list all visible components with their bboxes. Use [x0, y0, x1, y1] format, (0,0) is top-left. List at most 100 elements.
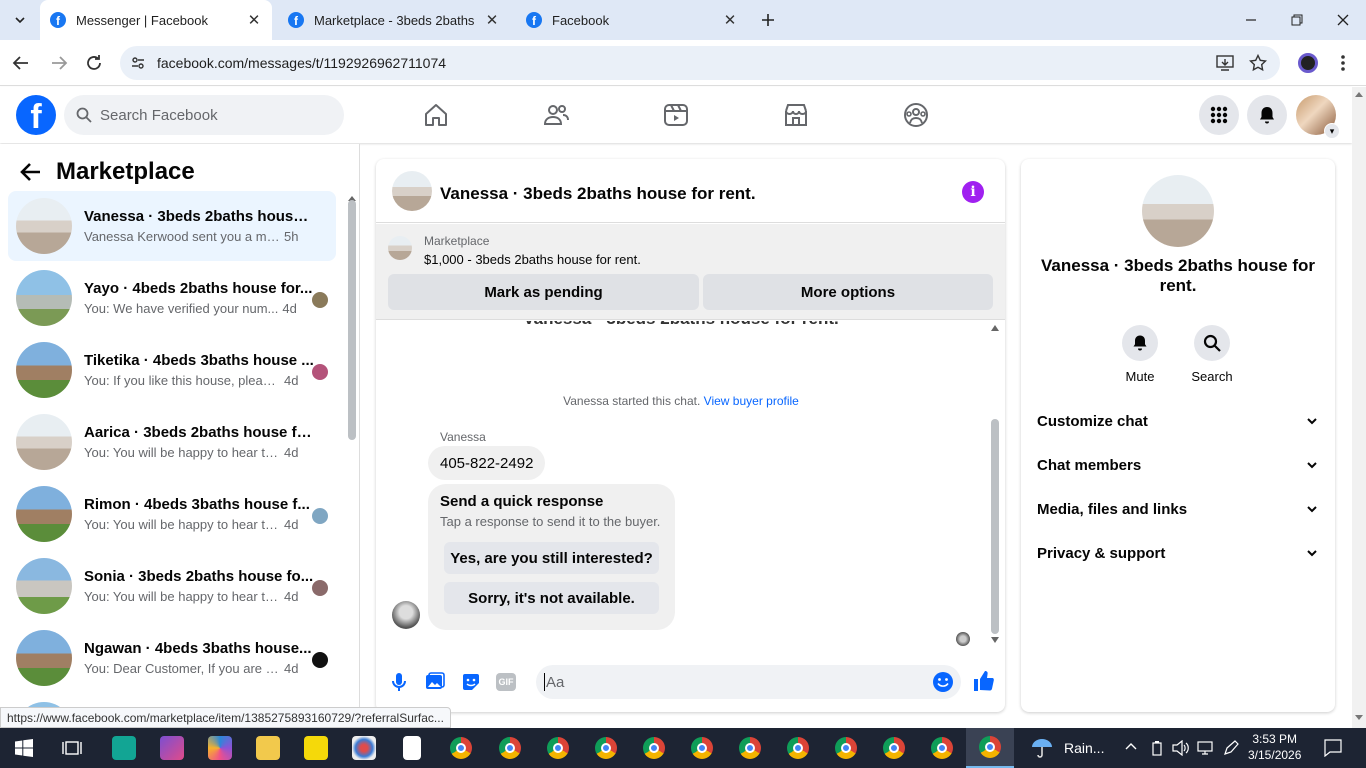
browser-tab-marketplace[interactable]: f Marketplace - 3beds 2baths hou ✕ — [278, 0, 510, 40]
marketplace-icon[interactable] — [782, 101, 810, 129]
document-icon[interactable] — [388, 728, 436, 768]
conversation-item[interactable]: Yayo · 4beds 2baths house for... You: We… — [8, 263, 336, 333]
item-title[interactable]: $1,000 - 3beds 2baths house for rent. — [424, 252, 641, 267]
app-icon[interactable] — [100, 728, 148, 768]
chrome-icon[interactable] — [678, 728, 726, 768]
chrome-icon[interactable] — [437, 728, 485, 768]
network-icon[interactable] — [1196, 740, 1214, 756]
system-clock[interactable]: 3:53 PM 3/15/2026 — [1248, 731, 1301, 763]
scroll-up-arrow-icon[interactable] — [991, 325, 999, 331]
reload-icon[interactable] — [85, 54, 103, 72]
conversation-item[interactable]: Tiketika · 4beds 3baths house ... You: I… — [8, 335, 336, 405]
scroll-down-arrow-icon[interactable] — [991, 637, 999, 643]
media-files-links-section[interactable]: Media, files and links — [1037, 489, 1319, 529]
profile-icon[interactable] — [1298, 53, 1318, 73]
conversation-item[interactable]: Vanessa · 3beds 2baths house fo... Vanes… — [8, 191, 336, 261]
account-avatar[interactable]: ▾ — [1296, 95, 1340, 139]
chat-title[interactable]: Vanessa · 3beds 2baths house for rent. — [440, 184, 756, 204]
item-thumbnail[interactable] — [388, 236, 412, 260]
battery-icon[interactable] — [1150, 740, 1164, 756]
conversation-item[interactable]: Rimon · 4beds 3baths house f... You: You… — [8, 479, 336, 549]
gif-icon[interactable]: GIF — [496, 673, 516, 691]
account-chevron-down-icon[interactable]: ▾ — [1324, 123, 1340, 139]
conversation-item[interactable]: Aarica · 3beds 2baths house for ... You:… — [8, 407, 336, 477]
close-tab-icon[interactable]: ✕ — [246, 11, 262, 29]
install-app-icon[interactable] — [1216, 54, 1234, 72]
search-in-conversation-button[interactable]: Search — [1182, 325, 1242, 384]
task-view-icon[interactable] — [48, 728, 96, 768]
photo-icon[interactable] — [424, 671, 446, 693]
message-bubble[interactable]: 405-822-2492 — [428, 446, 546, 480]
sticker-icon[interactable] — [460, 671, 482, 693]
facebook-logo-icon[interactable]: f — [16, 95, 56, 135]
restore-window-icon[interactable] — [1274, 0, 1320, 40]
listing-avatar[interactable] — [1142, 175, 1214, 247]
bookmark-star-icon[interactable] — [1249, 54, 1267, 72]
tab-search-chevron-icon[interactable] — [0, 0, 40, 40]
chrome-icon[interactable] — [534, 728, 582, 768]
scroll-down-arrow-icon[interactable] — [1355, 715, 1363, 720]
video-icon[interactable] — [662, 101, 690, 129]
windows-start-icon[interactable] — [0, 728, 48, 768]
thumbs-up-icon[interactable] — [972, 669, 994, 691]
back-arrow-icon[interactable] — [12, 54, 30, 72]
new-tab-plus-icon[interactable] — [745, 0, 791, 40]
groups-icon[interactable] — [902, 101, 930, 129]
address-bar[interactable]: facebook.com/messages/t/1192926962711074 — [120, 46, 1280, 80]
view-buyer-profile-link[interactable]: View buyer profile — [704, 394, 799, 408]
mark-as-pending-button[interactable]: Mark as pending — [388, 274, 699, 310]
weather-widget[interactable]: Rain... — [1030, 736, 1104, 760]
chrome-icon[interactable] — [486, 728, 534, 768]
close-tab-icon[interactable]: ✕ — [722, 11, 738, 29]
notifications-bell-icon[interactable] — [1247, 95, 1287, 135]
facebook-search-input[interactable]: Search Facebook — [64, 95, 344, 135]
info-icon[interactable]: i — [962, 181, 984, 203]
chrome-icon[interactable] — [726, 728, 774, 768]
thread-scrollbar[interactable] — [991, 419, 999, 634]
quick-response-not-available-button[interactable]: Sorry, it's not available. — [444, 582, 659, 614]
home-icon[interactable] — [422, 101, 450, 129]
paint-icon[interactable] — [340, 728, 388, 768]
chrome-icon[interactable] — [822, 728, 870, 768]
minimize-window-icon[interactable] — [1228, 0, 1274, 40]
close-window-icon[interactable] — [1320, 0, 1366, 40]
copilot-icon[interactable] — [196, 728, 244, 768]
privacy-support-section[interactable]: Privacy & support — [1037, 533, 1319, 573]
chat-members-section[interactable]: Chat members — [1037, 445, 1319, 485]
notification-center-icon[interactable] — [1324, 739, 1342, 757]
mute-button[interactable]: Mute — [1110, 325, 1170, 384]
file-explorer-icon[interactable] — [244, 728, 292, 768]
message-input[interactable]: Aa — [536, 665, 961, 699]
forward-arrow-icon[interactable] — [50, 54, 68, 72]
chat-listing-avatar[interactable] — [392, 171, 432, 211]
menu-grid-icon[interactable] — [1199, 95, 1239, 135]
scroll-up-arrow-icon[interactable] — [1355, 92, 1363, 97]
browser-tab-messenger[interactable]: f Messenger | Facebook ✕ — [40, 0, 272, 40]
pen-icon[interactable] — [1222, 739, 1240, 757]
quick-response-still-interested-button[interactable]: Yes, are you still interested? — [444, 542, 659, 574]
chrome-icon[interactable] — [918, 728, 966, 768]
volume-icon[interactable] — [1172, 740, 1190, 756]
chrome-icon[interactable] — [630, 728, 678, 768]
browser-tab-facebook[interactable]: f Facebook ✕ — [516, 0, 748, 40]
chevron-up-icon[interactable] — [1124, 740, 1138, 754]
friends-icon[interactable] — [542, 101, 570, 129]
chrome-icon[interactable] — [582, 728, 630, 768]
chrome-icon[interactable] — [774, 728, 822, 768]
customize-chat-section[interactable]: Customize chat — [1037, 401, 1319, 441]
chrome-icon[interactable] — [870, 728, 918, 768]
conversation-list-scrollbar[interactable] — [348, 200, 356, 440]
close-tab-icon[interactable]: ✕ — [484, 11, 500, 29]
emoji-icon[interactable] — [932, 671, 954, 693]
back-arrow-icon[interactable] — [20, 162, 42, 182]
sticky-notes-icon[interactable] — [292, 728, 340, 768]
sender-avatar[interactable] — [392, 601, 420, 629]
conversation-item[interactable]: Ngawan · 4beds 3baths house... You: Dear… — [8, 623, 336, 693]
conversation-item[interactable]: Sonia · 3beds 2baths house fo... You: Yo… — [8, 551, 336, 621]
microphone-icon[interactable] — [388, 671, 410, 693]
app-icon[interactable] — [148, 728, 196, 768]
site-info-icon[interactable] — [130, 55, 146, 71]
chrome-icon-active[interactable] — [966, 728, 1014, 768]
page-scrollbar[interactable] — [1352, 87, 1366, 728]
more-options-button[interactable]: More options — [703, 274, 993, 310]
